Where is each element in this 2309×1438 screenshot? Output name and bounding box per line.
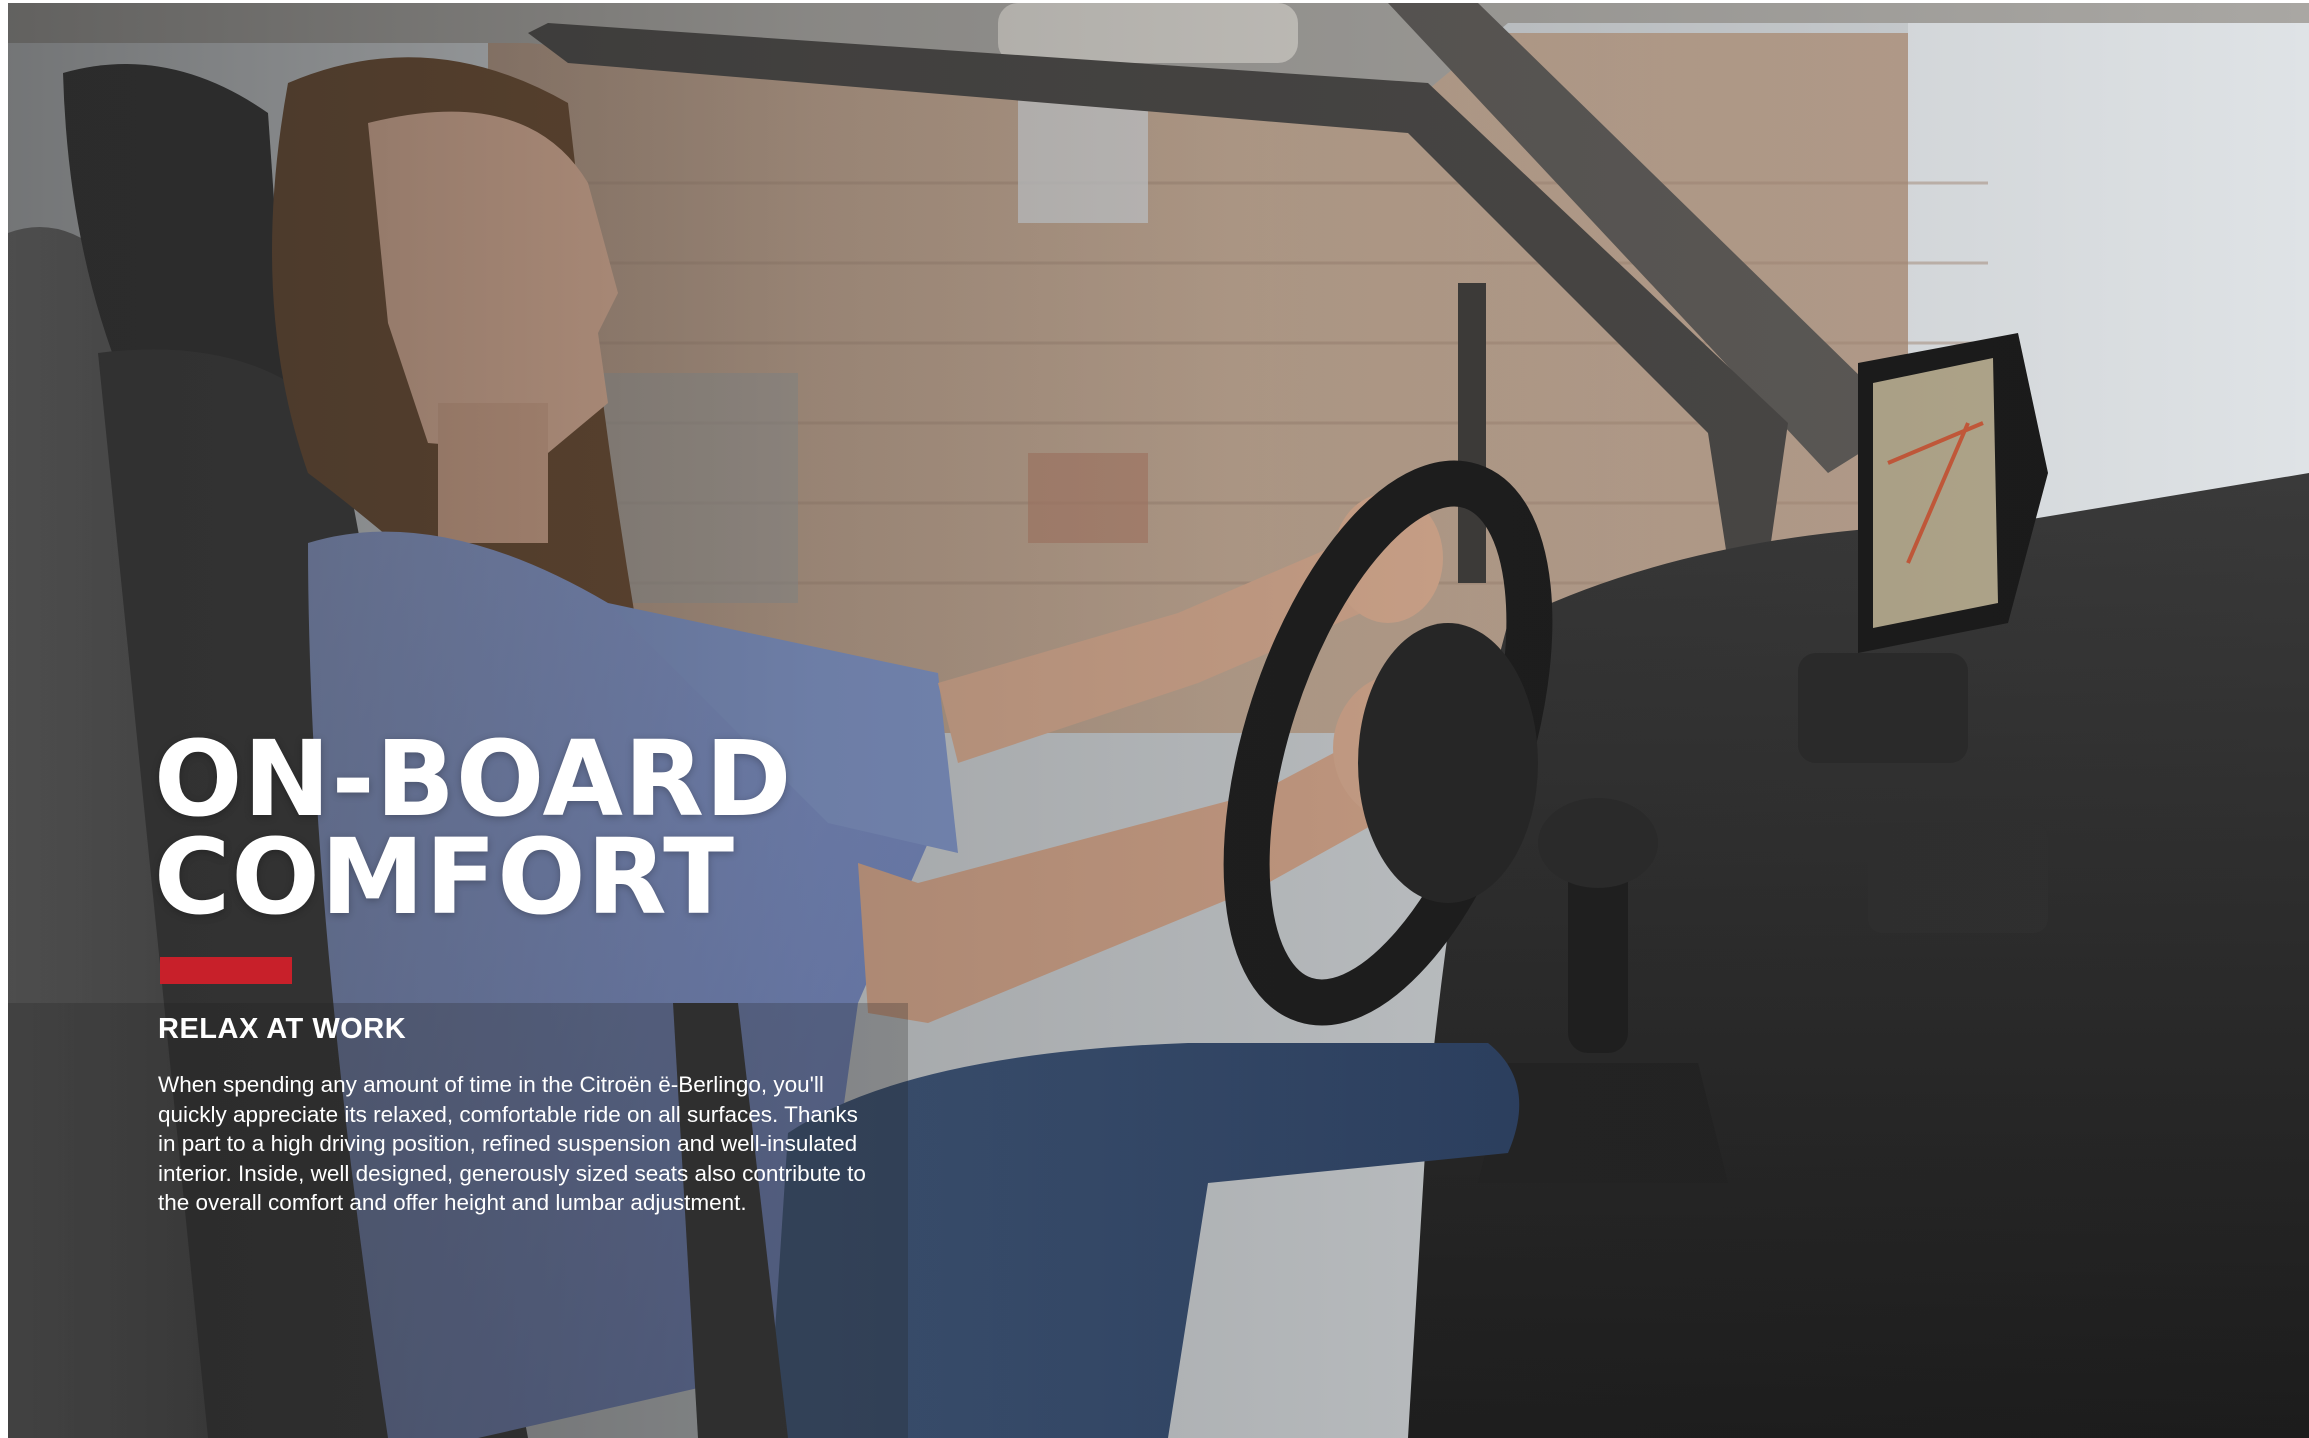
accent-bar: [160, 957, 292, 984]
body-line: in part to a high driving position, refi…: [158, 1131, 858, 1156]
headline-line-1: ON-BOARD: [154, 718, 793, 840]
body-paragraph: When spending any amount of time in the …: [158, 1070, 866, 1218]
body-line: the overall comfort and offer height and…: [158, 1190, 747, 1215]
body-line: interior. Inside, well designed, generou…: [158, 1160, 866, 1186]
section-subheading: RELAX AT WORK: [158, 1013, 407, 1045]
page-headline: ON-BOARD COMFORT: [154, 718, 793, 938]
brochure-page: ON-BOARD COMFORT RELAX AT WORK When spen…: [0, 0, 2309, 1438]
body-line: quickly appreciate its relaxed, comforta…: [158, 1101, 858, 1127]
body-line: When spending any amount of time in the …: [158, 1072, 824, 1097]
headline-line-2: COMFORT: [154, 816, 736, 938]
